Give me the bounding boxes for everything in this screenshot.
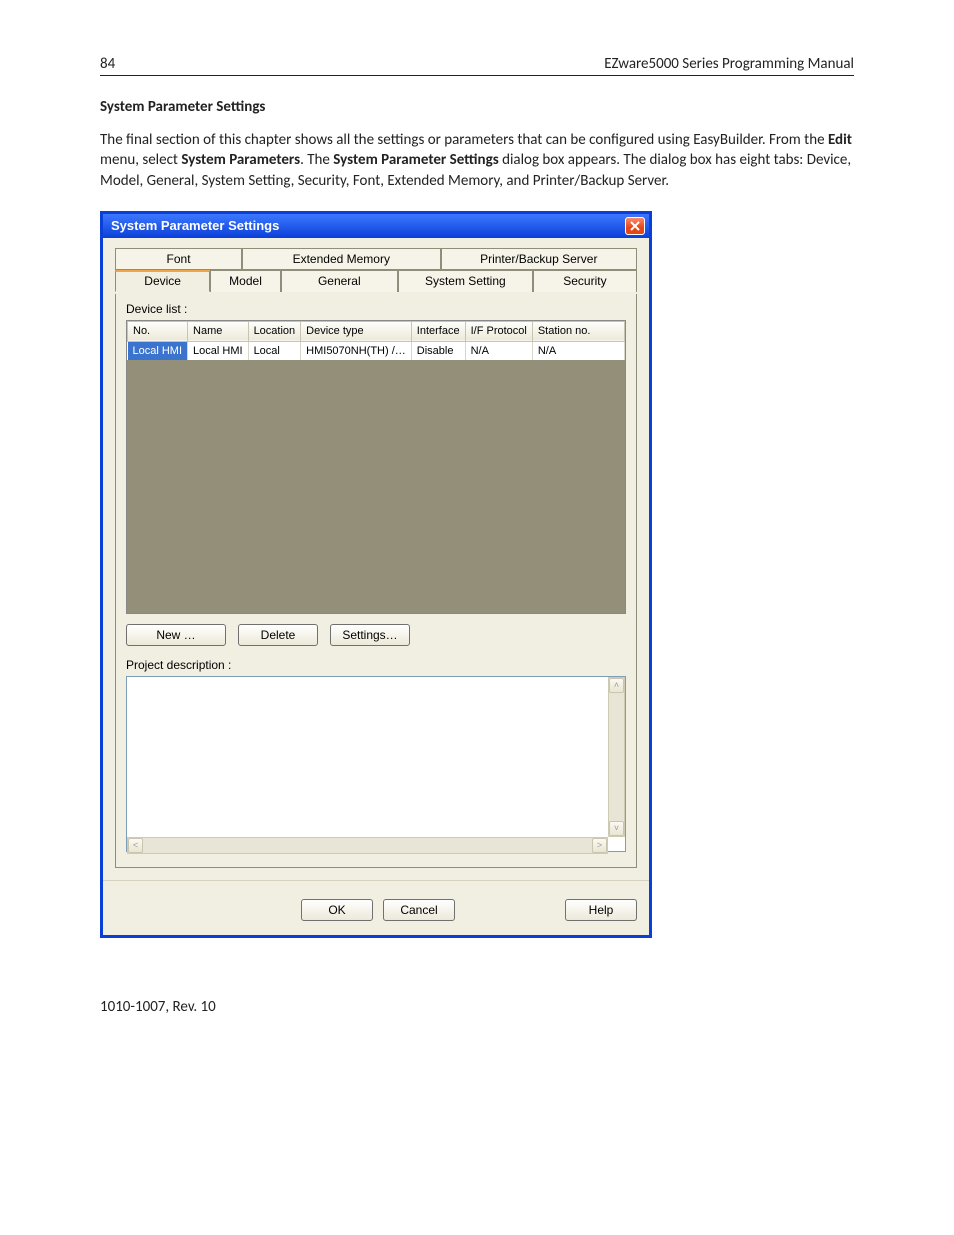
cell-device-type: HMI5070NH(TH) /…	[301, 341, 412, 360]
scroll-right-button[interactable]: ˃	[592, 838, 607, 853]
cell-station-no: N/A	[532, 341, 624, 360]
close-icon	[630, 221, 640, 231]
scroll-down-button[interactable]: ˅	[609, 821, 624, 836]
chevron-left-icon: ˂	[133, 840, 138, 850]
chevron-right-icon: ˃	[597, 840, 602, 850]
col-device-type[interactable]: Device type	[301, 321, 412, 341]
device-list-label: Device list :	[126, 302, 626, 316]
table-header-row: No. Name Location Device type Interface …	[128, 321, 625, 341]
cell-name: Local HMI	[188, 341, 249, 360]
dialog-footer-buttons: OK Cancel Help	[103, 880, 649, 935]
tab-extended-memory[interactable]: Extended Memory	[242, 248, 440, 270]
ok-button[interactable]: OK	[301, 899, 373, 921]
cell-no: Local HMI	[128, 341, 188, 360]
new-button[interactable]: New …	[126, 624, 226, 646]
section-heading: System Parameter Settings	[100, 98, 854, 116]
cancel-button[interactable]: Cancel	[383, 899, 455, 921]
document-footer: 1010-1007, Rev. 10	[100, 998, 854, 1016]
cell-location: Local	[248, 341, 301, 360]
tab-model[interactable]: Model	[210, 270, 280, 292]
tab-general[interactable]: General	[281, 270, 398, 292]
vertical-scrollbar[interactable]: ˄ ˅	[608, 677, 625, 837]
col-name[interactable]: Name	[188, 321, 249, 341]
tab-font[interactable]: Font	[115, 248, 242, 270]
body-paragraph: The final section of this chapter shows …	[100, 130, 854, 191]
col-station-no[interactable]: Station no.	[532, 321, 624, 341]
chevron-up-icon: ˄	[614, 680, 619, 690]
delete-button[interactable]: Delete	[238, 624, 318, 646]
tab-printer-backup-server[interactable]: Printer/Backup Server	[441, 248, 637, 270]
col-interface[interactable]: Interface	[411, 321, 465, 341]
help-button[interactable]: Help	[565, 899, 637, 921]
device-list-button-row: New … Delete Settings…	[126, 624, 626, 646]
table-row[interactable]: Local HMI Local HMI Local HMI5070NH(TH) …	[128, 341, 625, 360]
col-no[interactable]: No.	[128, 321, 188, 341]
scroll-up-button[interactable]: ˄	[609, 678, 624, 693]
tab-device[interactable]: Device	[115, 270, 210, 292]
tab-system-setting[interactable]: System Setting	[398, 270, 533, 292]
device-tab-panel: Device list : No. Name Location Device t…	[115, 294, 637, 868]
cell-if-protocol: N/A	[465, 341, 532, 360]
dialog-title: System Parameter Settings	[111, 218, 279, 233]
page-number: 84	[100, 55, 115, 73]
tab-security[interactable]: Security	[533, 270, 637, 292]
project-description-label: Project description :	[126, 658, 626, 672]
dialog-titlebar[interactable]: System Parameter Settings	[103, 214, 649, 238]
horizontal-scrollbar[interactable]: ˂ ˃	[127, 837, 608, 854]
manual-title: EZware5000 Series Programming Manual	[604, 55, 854, 73]
project-description-textarea[interactable]	[126, 676, 626, 852]
running-header: 84 EZware5000 Series Programming Manual	[100, 55, 854, 76]
settings-button[interactable]: Settings…	[330, 624, 410, 646]
close-button[interactable]	[625, 217, 645, 235]
device-list-table[interactable]: No. Name Location Device type Interface …	[126, 320, 626, 614]
scroll-left-button[interactable]: ˂	[128, 838, 143, 853]
col-if-protocol[interactable]: I/F Protocol	[465, 321, 532, 341]
tab-strip: Font Extended Memory Printer/Backup Serv…	[115, 248, 637, 292]
cell-interface: Disable	[411, 341, 465, 360]
chevron-down-icon: ˅	[614, 823, 619, 833]
col-location[interactable]: Location	[248, 321, 301, 341]
system-parameter-settings-dialog: System Parameter Settings Font Extended …	[100, 211, 652, 938]
